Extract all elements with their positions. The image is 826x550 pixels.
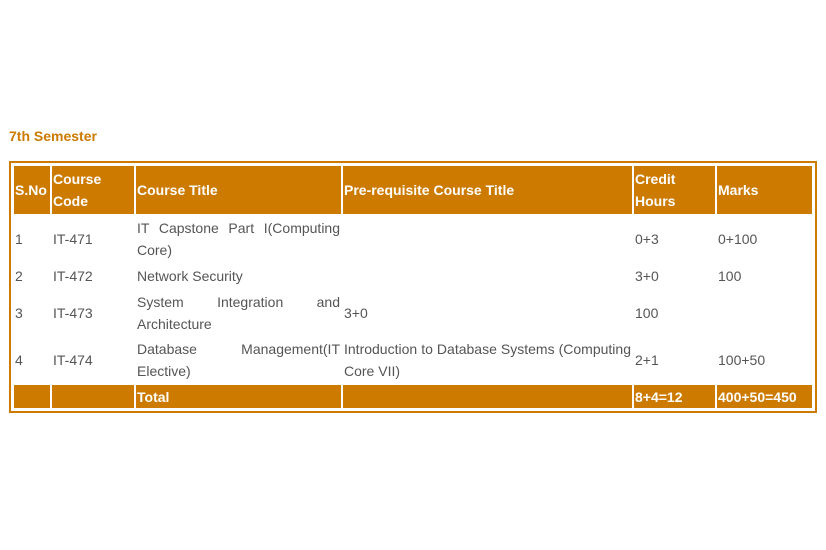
total-marks: 400+50=450 — [717, 385, 812, 408]
cell-marks: 100 — [718, 268, 742, 284]
total-label: Total — [136, 385, 341, 408]
cell-course-code: IT-472 — [53, 268, 93, 284]
cell-prerequisite: 3+0 — [344, 304, 368, 321]
header-prerequisite: Pre-requisite Course Title — [343, 166, 632, 214]
cell-course-code: IT-473 — [53, 304, 93, 321]
total-sno — [14, 385, 50, 408]
header-credit-hours: Credit Hours — [634, 166, 715, 214]
header-sno: S.No — [14, 166, 50, 214]
course-table: S.No Course Code Course Title Pre-requis… — [12, 164, 814, 410]
table-row: 2 IT-472 Network Security 3+0 100 — [14, 264, 812, 288]
cell-credit-hours: 3+0 — [635, 268, 659, 284]
cell-prerequisite: Introduction to Database Systems (Comput… — [344, 341, 631, 379]
cell-sno: 2 — [15, 268, 23, 284]
cell-sno: 4 — [15, 352, 23, 368]
section-title: 7th Semester — [9, 128, 97, 144]
table-row: 4 IT-474 Database Management(IT Elective… — [14, 337, 812, 383]
total-course-code — [52, 385, 134, 408]
total-prerequisite — [343, 385, 632, 408]
table-row: 3 IT-473 System Integration and Architec… — [14, 290, 812, 335]
header-course-title: Course Title — [136, 166, 341, 214]
cell-course-title: Network Security — [137, 268, 243, 284]
header-row: S.No Course Code Course Title Pre-requis… — [14, 166, 812, 214]
cell-prerequisite — [343, 264, 632, 288]
cell-course-code: IT-471 — [53, 231, 93, 247]
cell-marks: 0+100 — [718, 231, 758, 247]
header-marks: Marks — [717, 166, 812, 214]
cell-credit-hours: 2+1 — [635, 352, 659, 368]
total-credit-hours: 8+4=12 — [634, 385, 715, 408]
total-row: Total 8+4=12 400+50=450 — [14, 385, 812, 408]
cell-course-title: System Integration and Architecture — [137, 293, 340, 332]
cell-credit-hours: 100 — [635, 304, 659, 321]
cell-course-title: IT Capstone Part I(Computing Core) — [137, 220, 340, 258]
cell-marks — [717, 290, 812, 335]
header-course-code: Course Code — [52, 166, 134, 214]
cell-course-title: Database Management(IT Elective) — [137, 341, 340, 379]
cell-course-code: IT-474 — [53, 352, 93, 368]
cell-sno: 3 — [15, 304, 23, 321]
course-table-container: S.No Course Code Course Title Pre-requis… — [9, 161, 817, 413]
table-row: 1 IT-471 IT Capstone Part I(Computing Co… — [14, 216, 812, 262]
cell-prerequisite — [343, 216, 632, 262]
cell-credit-hours: 0+3 — [635, 231, 659, 247]
cell-sno: 1 — [15, 231, 23, 247]
cell-marks: 100+50 — [718, 352, 766, 368]
